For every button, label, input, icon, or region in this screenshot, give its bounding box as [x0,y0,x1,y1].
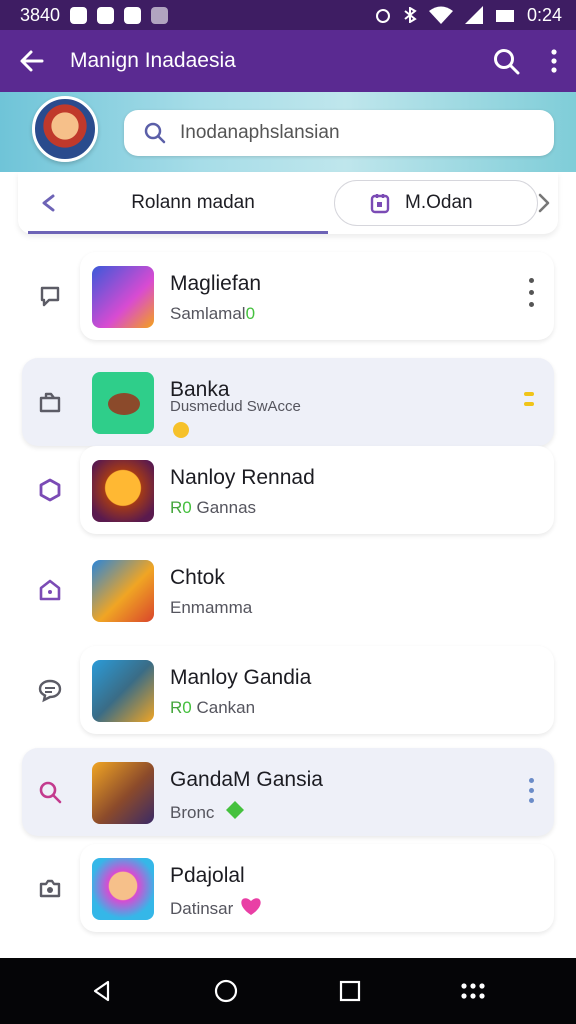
item-title: GandaM Gansia [170,768,323,791]
signal-icon [464,6,483,24]
more-vert-icon[interactable] [529,278,534,307]
hero-banner: Inodanaphslansian [0,92,576,172]
tab-bar: Rolann madan M.Odan [18,172,558,234]
bluetooth-icon [404,7,417,23]
game-thumbnail [92,372,154,434]
chevron-right-icon [538,193,550,213]
page-title: Manign Inadaesia [70,49,236,72]
list-item[interactable]: Manloy Gandia R0 Cankan [22,646,554,734]
system-nav-bar [0,958,576,1024]
avatar[interactable] [32,96,98,162]
item-subtitle: Samlamal0 [170,304,255,324]
tab-label-1: Rolann madan [131,192,255,213]
item-subtitle-prefix: R [170,498,183,517]
status-time: 0:24 [526,4,562,25]
list-item[interactable]: Pdajolal Datinsar [22,844,554,932]
app-actions [492,47,558,75]
tab-next[interactable] [532,192,556,214]
item-title: Pdajolal [170,864,245,887]
magnifier-icon [36,778,64,806]
item-subtitle-badge: 0 [182,698,192,717]
item-subtitle-text: Bronc [170,803,215,822]
item-subtitle: Enmamma [170,598,253,617]
status-right: 0:24 [375,5,562,26]
list-item[interactable]: Banka Dusmedud SwAcce [22,358,554,446]
nav-grid-icon[interactable] [460,981,486,1001]
nav-home-icon[interactable] [213,978,239,1004]
nav-recents-icon[interactable] [339,980,361,1002]
hexagon-icon [36,476,64,504]
item-title: Manloy Gandia [170,666,312,689]
tab-rolann-madan[interactable]: Rolann madan [28,172,328,234]
item-subtitle: Datinsar [170,896,262,919]
alarm-icon [375,9,390,23]
message-icon [36,676,64,704]
more-vert-icon[interactable] [524,392,534,406]
item-subtitle-text: Datinsar [170,899,234,918]
notification-icon-2 [97,6,115,24]
item-subtitle: R0 Gannas [170,498,256,518]
tab-label-2: M.Odan [405,192,473,213]
search-value: Inodanaphslansian [180,122,340,143]
status-left-text: 3840 [20,4,61,25]
search-icon[interactable] [492,47,520,75]
more-vert-icon[interactable] [550,49,558,73]
list-item[interactable]: Magliefan Samlamal0 [22,252,554,340]
search-field-icon [144,122,166,144]
nav-back-icon[interactable] [90,979,114,1003]
camera-icon [36,874,64,902]
home-icon [36,576,64,604]
item-subtitle-badge: 0 [245,304,256,323]
item-subtitle: Dusmedud SwAcce [170,398,301,415]
back-arrow-icon[interactable] [18,47,46,75]
more-vert-icon[interactable] [529,778,534,803]
app-bar: Manign Inadaesia [0,30,576,92]
item-subtitle-text: Samlamal [170,304,246,323]
green-gem-icon [226,801,245,819]
item-title: Magliefan [170,272,262,295]
status-bar: 3840 0:24 [0,0,576,30]
status-left: 3840 [20,4,169,26]
list-item[interactable]: GandaM Gansia Bronc [22,748,554,836]
game-thumbnail [92,858,154,920]
hand-emoji-icon [173,422,189,438]
game-thumbnail [92,460,154,522]
game-thumbnail [92,660,154,722]
item-title: Nanloy Rennad [170,466,315,489]
list-item[interactable]: Chtok Enmamma [22,546,554,634]
heart-icon [241,898,261,915]
calendar-icon [370,194,390,214]
tab-back[interactable] [18,193,78,213]
wifi-icon [428,6,453,24]
chat-icon [36,282,64,310]
item-subtitle: R0 Cankan [170,698,255,718]
notification-icon [70,6,88,24]
item-subtitle: Bronc [170,800,245,823]
game-thumbnail [92,266,154,328]
item-subtitle-text: Gannas [196,498,257,517]
search-input[interactable]: Inodanaphslansian [124,110,554,156]
item-title: Chtok [170,566,225,589]
game-thumbnail [92,560,154,622]
list-item[interactable]: Nanloy Rennad R0 Gannas [22,446,554,534]
bag-icon [36,388,64,416]
item-subtitle-prefix: R [170,698,183,717]
item-subtitle-text: Cankan [196,698,256,717]
tab-modan[interactable]: M.Odan [334,180,538,226]
gallery-icon [151,6,169,24]
battery-icon [495,10,514,22]
item-subtitle-badge: 0 [182,498,192,517]
notification-icon-3 [124,6,142,24]
game-thumbnail [92,762,154,824]
chevron-left-icon [42,194,55,212]
